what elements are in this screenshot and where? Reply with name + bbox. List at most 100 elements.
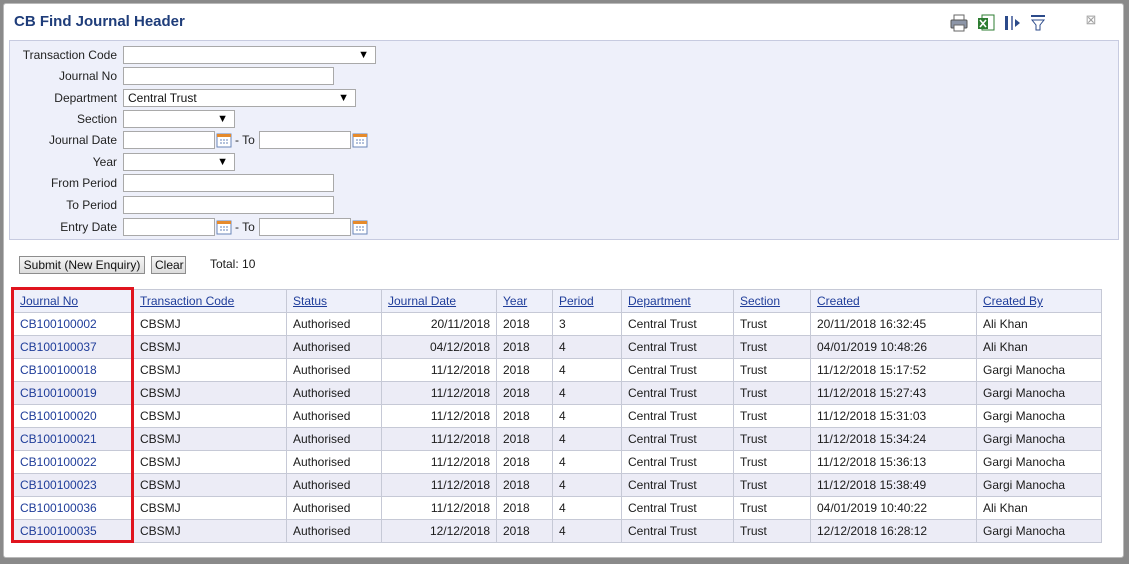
- cell-section: Trust: [733, 473, 811, 497]
- table-row[interactable]: CB100100022 CBSMJ Authorised 11/12/2018 2018…: [13, 450, 1102, 474]
- excel-export-icon[interactable]: [976, 13, 996, 33]
- journal-no-input[interactable]: [123, 67, 334, 85]
- column-header-year[interactable]: Year: [496, 289, 553, 313]
- calendar-icon[interactable]: [352, 219, 368, 235]
- to-period-row: To Period: [10, 196, 410, 216]
- cell-created: 11/12/2018 15:38:49: [810, 473, 977, 497]
- entry-date-to-input[interactable]: [259, 218, 351, 236]
- cell-journal-no[interactable]: CB100100020: [13, 404, 134, 428]
- year-label: Year: [92, 155, 117, 169]
- department-row: Department Central Trust ▼: [10, 89, 410, 109]
- table-row[interactable]: CB100100020 CBSMJ Authorised 11/12/2018 2018…: [13, 404, 1102, 428]
- cell-journal-date: 11/12/2018: [381, 450, 497, 474]
- cell-journal-date: 11/12/2018: [381, 427, 497, 451]
- cell-created-by: Gargi Manocha: [976, 427, 1102, 451]
- column-header-status[interactable]: Status: [286, 289, 382, 313]
- cell-journal-date: 11/12/2018: [381, 473, 497, 497]
- cell-journal-date: 11/12/2018: [381, 381, 497, 405]
- cell-department: Central Trust: [621, 404, 734, 428]
- cell-section: Trust: [733, 427, 811, 451]
- entry-date-to-label: - To: [235, 220, 255, 234]
- results-body: CB100100002 CBSMJ Authorised 20/11/2018 2018…: [13, 312, 1102, 543]
- section-select[interactable]: ▼: [123, 110, 235, 128]
- cell-status: Authorised: [286, 427, 382, 451]
- cell-journal-no[interactable]: CB100100023: [13, 473, 134, 497]
- to-period-input[interactable]: [123, 196, 334, 214]
- cell-journal-no[interactable]: CB100100018: [13, 358, 134, 382]
- calendar-icon[interactable]: [216, 132, 232, 148]
- table-row[interactable]: CB100100035 CBSMJ Authorised 12/12/2018 2018…: [13, 519, 1102, 543]
- journal-date-from-input[interactable]: [123, 131, 215, 149]
- cell-status: Authorised: [286, 335, 382, 359]
- transaction-code-label: Transaction Code: [22, 48, 117, 62]
- cell-journal-no[interactable]: CB100100021: [13, 427, 134, 451]
- column-header-period[interactable]: Period: [552, 289, 622, 313]
- section-label: Section: [76, 112, 117, 126]
- cell-status: Authorised: [286, 404, 382, 428]
- cell-section: Trust: [733, 335, 811, 359]
- cell-year: 2018: [496, 450, 553, 474]
- filter-icon[interactable]: [1028, 13, 1048, 33]
- column-header-journal-no[interactable]: Journal No: [13, 289, 134, 313]
- submit-button[interactable]: Submit (New Enquiry): [19, 256, 145, 274]
- cell-journal-no[interactable]: CB100100035: [13, 519, 134, 543]
- clear-button[interactable]: Clear: [151, 256, 186, 274]
- close-icon[interactable]: ⊠: [1076, 10, 1106, 30]
- cell-journal-no[interactable]: CB100100019: [13, 381, 134, 405]
- table-row[interactable]: CB100100037 CBSMJ Authorised 04/12/2018 2018…: [13, 335, 1102, 359]
- cell-created: 11/12/2018 15:34:24: [810, 427, 977, 451]
- column-header-created-by[interactable]: Created By: [976, 289, 1102, 313]
- table-row[interactable]: CB100100018 CBSMJ Authorised 11/12/2018 2018…: [13, 358, 1102, 382]
- cell-created: 20/11/2018 16:32:45: [810, 312, 977, 336]
- cell-section: Trust: [733, 404, 811, 428]
- total-count: Total: 10: [210, 257, 256, 271]
- column-chooser-icon[interactable]: [1002, 13, 1022, 33]
- table-row[interactable]: CB100100036 CBSMJ Authorised 11/12/2018 2018…: [13, 496, 1102, 520]
- cell-journal-no[interactable]: CB100100037: [13, 335, 134, 359]
- cell-created: 11/12/2018 15:31:03: [810, 404, 977, 428]
- column-header-section[interactable]: Section: [733, 289, 811, 313]
- table-row[interactable]: CB100100021 CBSMJ Authorised 11/12/2018 2018…: [13, 427, 1102, 451]
- column-header-department[interactable]: Department: [621, 289, 734, 313]
- cell-status: Authorised: [286, 473, 382, 497]
- cell-journal-no[interactable]: CB100100002: [13, 312, 134, 336]
- cell-journal-no[interactable]: CB100100022: [13, 450, 134, 474]
- column-header-journal-date[interactable]: Journal Date: [381, 289, 497, 313]
- cell-transaction-code: CBSMJ: [133, 473, 287, 497]
- cell-created-by: Gargi Manocha: [976, 473, 1102, 497]
- journal-no-row: Journal No: [10, 67, 410, 87]
- table-row[interactable]: CB100100002 CBSMJ Authorised 20/11/2018 2018…: [13, 312, 1102, 336]
- calendar-icon[interactable]: [216, 219, 232, 235]
- year-select[interactable]: ▼: [123, 153, 235, 171]
- print-icon[interactable]: [949, 13, 969, 33]
- cell-section: Trust: [733, 496, 811, 520]
- department-select[interactable]: Central Trust ▼: [123, 89, 356, 107]
- cell-created-by: Ali Khan: [976, 312, 1102, 336]
- calendar-icon[interactable]: [352, 132, 368, 148]
- from-period-input[interactable]: [123, 174, 334, 192]
- table-row[interactable]: CB100100023 CBSMJ Authorised 11/12/2018 2018…: [13, 473, 1102, 497]
- column-header-created[interactable]: Created: [810, 289, 977, 313]
- section-row: Section ▼: [10, 110, 410, 130]
- search-criteria-panel: Transaction Code ▼ Journal No Department…: [9, 40, 1119, 240]
- journal-date-label: Journal Date: [48, 133, 117, 147]
- transaction-code-select[interactable]: ▼: [123, 46, 376, 64]
- journal-date-to-input[interactable]: [259, 131, 351, 149]
- cell-department: Central Trust: [621, 381, 734, 405]
- cell-section: Trust: [733, 358, 811, 382]
- cell-created-by: Gargi Manocha: [976, 404, 1102, 428]
- table-row[interactable]: CB100100019 CBSMJ Authorised 11/12/2018 2018…: [13, 381, 1102, 405]
- cell-status: Authorised: [286, 381, 382, 405]
- journal-date-row: Journal Date - To: [10, 131, 410, 151]
- entry-date-from-input[interactable]: [123, 218, 215, 236]
- column-header-transaction-code[interactable]: Transaction Code: [133, 289, 287, 313]
- cell-transaction-code: CBSMJ: [133, 358, 287, 382]
- cell-status: Authorised: [286, 519, 382, 543]
- cell-created: 12/12/2018 16:28:12: [810, 519, 977, 543]
- cell-journal-no[interactable]: CB100100036: [13, 496, 134, 520]
- cell-transaction-code: CBSMJ: [133, 335, 287, 359]
- cell-department: Central Trust: [621, 450, 734, 474]
- cell-year: 2018: [496, 519, 553, 543]
- cell-transaction-code: CBSMJ: [133, 427, 287, 451]
- department-value: Central Trust: [128, 91, 197, 105]
